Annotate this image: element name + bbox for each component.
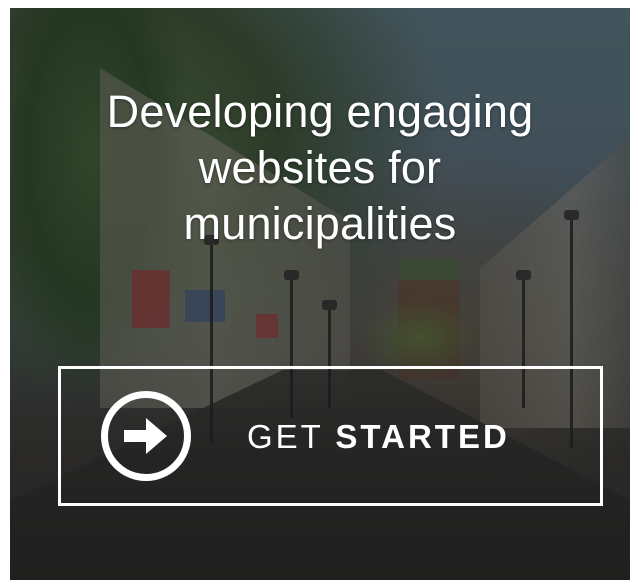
- hero-headline: Developing engaging websites for municip…: [50, 84, 590, 252]
- cta-label-light: GET: [247, 418, 324, 455]
- arrow-right-circle-icon: [101, 391, 191, 481]
- headline-line: websites for: [198, 142, 442, 193]
- headline-line: municipalities: [183, 198, 457, 249]
- arrow-right-icon: [124, 418, 167, 454]
- headline-line: Developing engaging: [106, 86, 534, 137]
- page-frame: Developing engaging websites for municip…: [0, 0, 638, 587]
- get-started-button[interactable]: GET STARTED: [58, 366, 603, 506]
- get-started-label: GET STARTED: [247, 417, 510, 457]
- cta-label-bold: STARTED: [335, 418, 510, 455]
- hero-banner: Developing engaging websites for municip…: [10, 8, 630, 580]
